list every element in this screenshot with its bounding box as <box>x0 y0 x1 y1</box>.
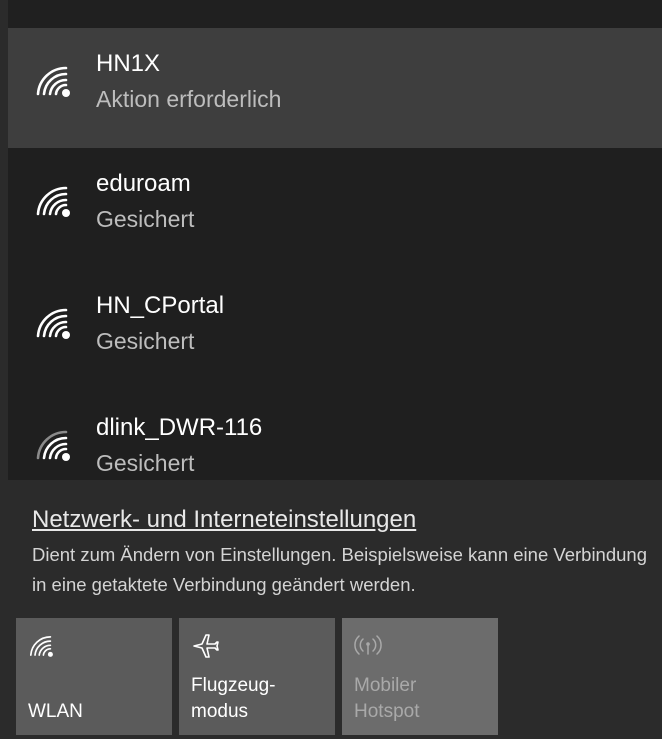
airplane-mode-tile[interactable]: Flugzeug- modus <box>179 618 335 735</box>
network-status: Aktion erforderlich <box>96 86 282 112</box>
network-name: dlink_DWR-116 <box>96 414 263 441</box>
mobile-hotspot-tile[interactable]: Mobiler Hotspot <box>342 618 498 735</box>
hotspot-icon <box>354 635 382 655</box>
wifi-signal-icon <box>36 66 70 97</box>
network-name: HN_CPortal <box>96 292 225 319</box>
flyout-top-strip <box>8 0 662 28</box>
wifi-signal-icon <box>36 430 70 461</box>
network-flyout: HN1X Aktion erforderlich eduroam Gesiche… <box>0 0 662 739</box>
network-settings-description: Dient zum Ändern von Einstellungen. Beis… <box>32 544 647 595</box>
wifi-signal-icon <box>36 308 70 339</box>
wifi-signal-icon <box>36 186 70 217</box>
network-settings-link[interactable]: Netzwerk- und Interneteinstellungen <box>32 506 416 534</box>
network-item-hn1x[interactable]: HN1X Aktion erforderlich <box>8 28 662 148</box>
airplane-icon <box>193 634 219 658</box>
tile-label: Mobiler Hotspot <box>354 675 420 722</box>
wifi-icon <box>29 636 53 657</box>
network-status: Gesichert <box>96 328 195 354</box>
wlan-toggle-tile[interactable]: WLAN <box>16 618 172 735</box>
network-list: HN1X Aktion erforderlich eduroam Gesiche… <box>8 28 662 480</box>
network-name: eduroam <box>96 170 191 197</box>
network-item-eduroam[interactable]: eduroam Gesichert <box>8 148 662 268</box>
network-name: HN1X <box>96 50 161 77</box>
network-status: Gesichert <box>96 206 195 232</box>
network-item-hn-cportal[interactable]: HN_CPortal Gesichert <box>8 270 662 390</box>
tile-label: WLAN <box>28 701 83 722</box>
tile-label: Flugzeug- modus <box>191 675 276 722</box>
network-status: Gesichert <box>96 450 195 476</box>
network-item-dlink[interactable]: dlink_DWR-116 Gesichert <box>8 392 662 512</box>
